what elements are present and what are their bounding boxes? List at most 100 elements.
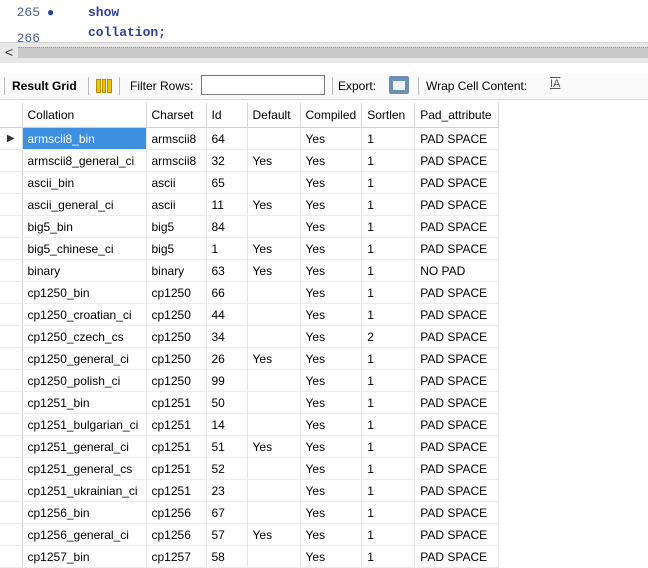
table-row[interactable]: armscii8_general_ci armscii8 32 Yes Yes 1 PAD … bbox=[0, 149, 500, 172]
grid-cell[interactable]: PAD SPACE bbox=[414, 457, 500, 480]
grid-cell[interactable]: big5_bin bbox=[22, 215, 147, 238]
grid-cell[interactable] bbox=[247, 457, 301, 480]
grid-cell[interactable]: 1 bbox=[361, 303, 416, 326]
grid-cell[interactable]: 11 bbox=[206, 193, 248, 216]
grid-cell[interactable]: NO PAD bbox=[414, 259, 500, 282]
row-selector[interactable] bbox=[0, 193, 23, 216]
grid-cell[interactable]: cp1250 bbox=[146, 303, 207, 326]
table-row[interactable]: cp1251_bulgarian_ci cp1251 14 Yes 1 PAD SPACE bbox=[0, 413, 500, 436]
grid-cell[interactable]: 67 bbox=[206, 501, 248, 524]
table-row[interactable]: cp1250_bin cp1250 66 Yes 1 PAD SPACE bbox=[0, 281, 500, 304]
grid-cell[interactable]: 66 bbox=[206, 281, 248, 304]
grid-cell[interactable]: 1 bbox=[361, 347, 416, 370]
table-row[interactable]: cp1250_czech_cs cp1250 34 Yes 2 PAD SPACE bbox=[0, 325, 500, 348]
grid-cell[interactable]: 99 bbox=[206, 369, 248, 392]
grid-cell[interactable]: PAD SPACE bbox=[414, 479, 500, 502]
row-selector[interactable] bbox=[0, 501, 23, 524]
grid-cell[interactable]: 1 bbox=[361, 237, 416, 260]
grid-cell[interactable]: 44 bbox=[206, 303, 248, 326]
grid-cell[interactable]: 32 bbox=[206, 149, 248, 172]
grid-cell[interactable]: ascii bbox=[146, 171, 207, 194]
row-selector[interactable] bbox=[0, 325, 23, 348]
grid-cell[interactable]: cp1250 bbox=[146, 281, 207, 304]
grid-cell[interactable]: armscii8 bbox=[146, 149, 207, 172]
grid-cell[interactable]: 1 bbox=[361, 435, 416, 458]
row-selector[interactable] bbox=[0, 413, 23, 436]
grid-cell[interactable]: Yes bbox=[300, 501, 363, 524]
grid-cell[interactable] bbox=[247, 479, 301, 502]
editor-horizontal-scrollbar[interactable]: < bbox=[0, 42, 648, 63]
table-row[interactable]: cp1256_general_ci cp1256 57 Yes Yes 1 PAD SPAC… bbox=[0, 523, 500, 546]
grid-cell[interactable]: 23 bbox=[206, 479, 248, 502]
grid-cell[interactable]: Yes bbox=[300, 215, 363, 238]
row-selector[interactable] bbox=[0, 457, 23, 480]
grid-cell[interactable]: cp1250_general_ci bbox=[22, 347, 147, 370]
grid-cell[interactable]: 1 bbox=[361, 413, 416, 436]
grid-cell[interactable]: Yes bbox=[300, 523, 363, 546]
grid-cell[interactable]: cp1256 bbox=[146, 501, 207, 524]
grid-cell[interactable]: Yes bbox=[247, 435, 301, 458]
grid-cell[interactable] bbox=[247, 281, 301, 304]
row-selector[interactable] bbox=[0, 171, 23, 194]
grid-cell[interactable]: cp1256_bin bbox=[22, 501, 147, 524]
table-row[interactable]: cp1251_ukrainian_ci cp1251 23 Yes 1 PAD SPACE bbox=[0, 479, 500, 502]
sql-statement[interactable]: show collation; bbox=[88, 3, 166, 42]
table-row[interactable]: binary binary 63 Yes Yes 1 NO PAD bbox=[0, 259, 500, 282]
grid-cell[interactable]: 50 bbox=[206, 391, 248, 414]
grid-cell[interactable]: 1 bbox=[361, 281, 416, 304]
table-row[interactable]: cp1251_general_cs cp1251 52 Yes 1 PAD SPACE bbox=[0, 457, 500, 480]
grid-cell[interactable]: cp1251_bin bbox=[22, 391, 147, 414]
grid-cell[interactable]: PAD SPACE bbox=[414, 523, 500, 546]
grid-cell[interactable]: cp1251_ukrainian_ci bbox=[22, 479, 147, 502]
grid-cell[interactable]: PAD SPACE bbox=[414, 347, 500, 370]
grid-cell[interactable]: Yes bbox=[300, 281, 363, 304]
row-selector[interactable] bbox=[0, 215, 23, 238]
grid-cell[interactable]: 1 bbox=[361, 259, 416, 282]
column-header[interactable]: Collation bbox=[22, 103, 147, 128]
grid-cell[interactable]: PAD SPACE bbox=[414, 369, 500, 392]
sql-editor[interactable]: 265 ● show collation; 266 bbox=[0, 0, 648, 42]
grid-cell[interactable]: cp1250_czech_cs bbox=[22, 325, 147, 348]
table-row[interactable]: cp1250_croatian_ci cp1250 44 Yes 1 PAD SPACE bbox=[0, 303, 500, 326]
grid-cell[interactable]: cp1251 bbox=[146, 435, 207, 458]
column-header[interactable]: Id bbox=[206, 103, 248, 128]
grid-cell[interactable]: big5_chinese_ci bbox=[22, 237, 147, 260]
grid-cell[interactable]: cp1250_croatian_ci bbox=[22, 303, 147, 326]
grid-cell[interactable]: armscii8 bbox=[146, 127, 207, 150]
grid-cell[interactable]: PAD SPACE bbox=[414, 281, 500, 304]
grid-cell[interactable]: 1 bbox=[361, 369, 416, 392]
grid-cell[interactable]: Yes bbox=[300, 325, 363, 348]
row-selector[interactable] bbox=[0, 149, 23, 172]
grid-cell[interactable] bbox=[247, 127, 301, 150]
grid-cell[interactable]: Yes bbox=[300, 391, 363, 414]
grid-cell[interactable]: Yes bbox=[300, 479, 363, 502]
table-row[interactable]: big5_chinese_ci big5 1 Yes Yes 1 PAD SPACE bbox=[0, 237, 500, 260]
grid-cell[interactable] bbox=[247, 413, 301, 436]
grid-cell[interactable]: 1 bbox=[361, 501, 416, 524]
table-row[interactable]: ascii_bin ascii 65 Yes 1 PAD SPACE bbox=[0, 171, 500, 194]
row-selector[interactable] bbox=[0, 259, 23, 282]
row-selector[interactable] bbox=[0, 281, 23, 304]
grid-cell[interactable] bbox=[247, 501, 301, 524]
table-row[interactable]: big5_bin big5 84 Yes 1 PAD SPACE bbox=[0, 215, 500, 238]
grid-cell[interactable]: PAD SPACE bbox=[414, 215, 500, 238]
grid-cell[interactable]: Yes bbox=[247, 259, 301, 282]
grid-cell[interactable]: 64 bbox=[206, 127, 248, 150]
grid-cell[interactable]: cp1251 bbox=[146, 391, 207, 414]
column-header[interactable]: Pad_attribute bbox=[414, 103, 500, 128]
grid-cell[interactable]: 1 bbox=[206, 237, 248, 260]
grid-cell[interactable]: Yes bbox=[300, 457, 363, 480]
grid-cell[interactable]: PAD SPACE bbox=[414, 303, 500, 326]
grid-cell[interactable]: ascii_general_ci bbox=[22, 193, 147, 216]
table-row[interactable]: cp1250_polish_ci cp1250 99 Yes 1 PAD SPACE bbox=[0, 369, 500, 392]
wrap-cell-content-icon[interactable]: IA bbox=[550, 78, 560, 90]
row-selector[interactable] bbox=[0, 369, 23, 392]
grid-cell[interactable]: 52 bbox=[206, 457, 248, 480]
grid-cell[interactable]: cp1251_bulgarian_ci bbox=[22, 413, 147, 436]
grid-cell[interactable]: Yes bbox=[247, 193, 301, 216]
grid-cell[interactable]: Yes bbox=[300, 259, 363, 282]
grid-cell[interactable]: 1 bbox=[361, 391, 416, 414]
grid-cell[interactable] bbox=[247, 391, 301, 414]
grid-cell[interactable] bbox=[247, 215, 301, 238]
grid-cell[interactable]: cp1251 bbox=[146, 479, 207, 502]
